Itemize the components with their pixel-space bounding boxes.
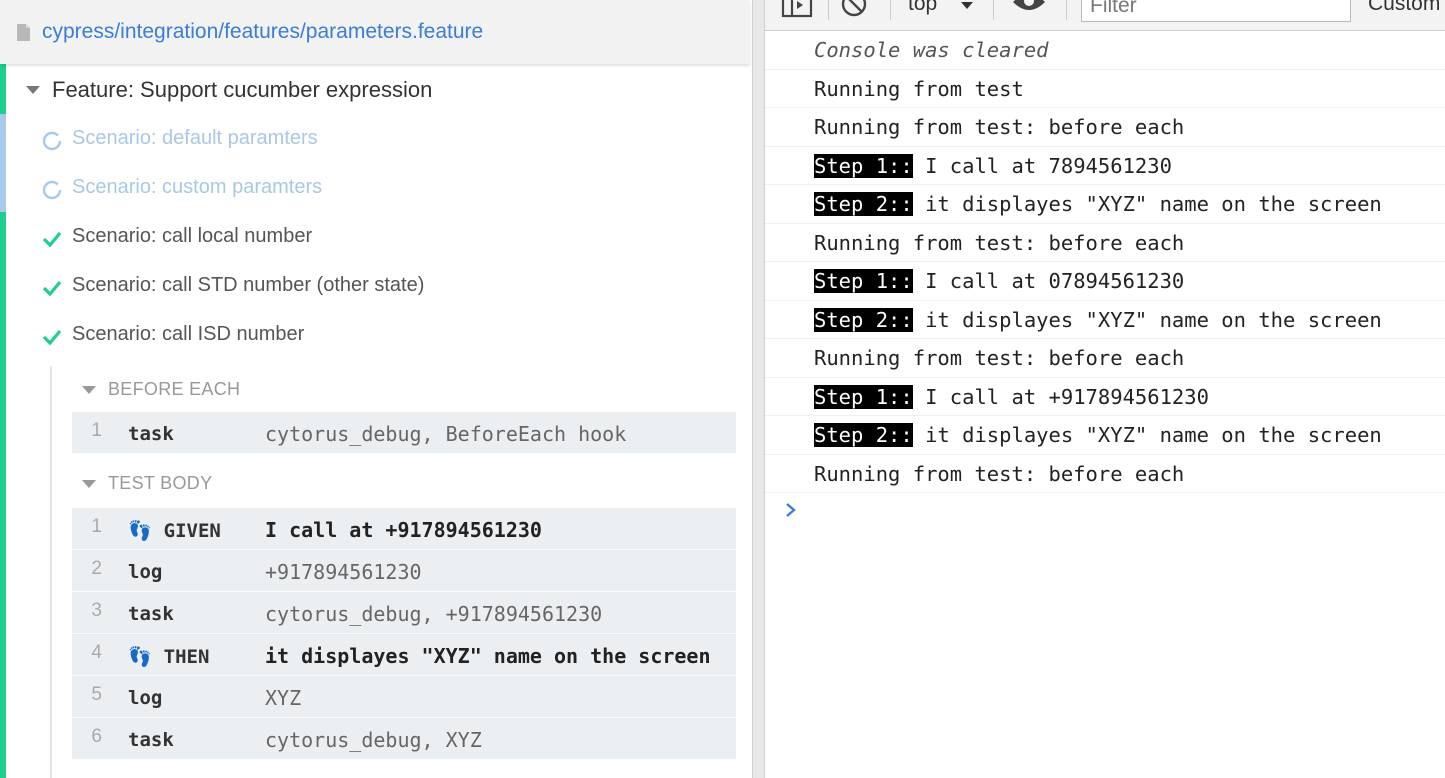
console-message: Running from test: before each <box>765 108 1445 147</box>
check-icon <box>42 231 62 248</box>
command-number: 3 <box>91 600 102 621</box>
eye-icon[interactable] <box>1011 0 1047 18</box>
scenario-label: Scenario: call ISD number <box>72 323 305 345</box>
step-tag: Step 2:: <box>814 423 913 447</box>
step-tag: Step 2:: <box>814 192 913 216</box>
toolbar-separator <box>1066 0 1067 20</box>
before-each-section-header[interactable]: BEFORE EACH <box>80 375 380 405</box>
console-message: Step 2:: it displayes "XYZ" name on the … <box>765 301 1445 339</box>
console-message: Step 1:: I call at +917894561230 <box>765 378 1445 416</box>
command-message: cytorus_debug, BeforeEach hook <box>265 422 627 446</box>
console-message: Step 2:: it displayes "XYZ" name on the … <box>765 185 1445 224</box>
pane-resize-handle[interactable] <box>752 0 765 778</box>
before-each-commands: 1 task cytorus_debug, BeforeEach hook <box>72 412 736 454</box>
test-body-section-header[interactable]: TEST BODY <box>80 469 380 499</box>
command-row[interactable]: 1 task cytorus_debug, BeforeEach hook <box>72 412 736 454</box>
command-message: it displayes "XYZ" name on the screen <box>265 644 711 668</box>
command-name: task <box>128 423 174 445</box>
command-row[interactable]: 2 log +917894561230 <box>72 550 736 592</box>
command-name: task <box>128 603 174 625</box>
console-message: Step 1:: I call at 7894561230 <box>765 147 1445 185</box>
scenario-row[interactable]: Scenario: call local number <box>0 217 750 257</box>
check-icon <box>42 329 62 346</box>
command-number: 1 <box>91 516 102 537</box>
console-prompt-chevron-icon[interactable] <box>784 500 798 520</box>
footprints-icon: 👣 <box>128 646 152 668</box>
feature-title: Feature: Support cucumber expression <box>52 77 433 102</box>
console-message: Running from test: before each <box>765 224 1445 262</box>
console-filter-input[interactable] <box>1081 0 1351 22</box>
command-message: cytorus_debug, +917894561230 <box>265 602 603 626</box>
scenario-label: Scenario: default paramters <box>72 127 318 149</box>
pending-circle-icon <box>42 131 62 151</box>
scenario-label: Scenario: custom paramters <box>72 176 323 198</box>
scenario-row[interactable]: Scenario: custom paramters <box>0 168 750 208</box>
command-row[interactable]: 5 log XYZ <box>72 676 736 718</box>
command-name: THEN <box>163 646 210 668</box>
step-tag: Step 1:: <box>814 153 913 178</box>
command-message: +917894561230 <box>265 560 422 584</box>
toolbar-separator <box>828 0 829 20</box>
console-message: Step 1:: I call at 07894561230 <box>765 262 1445 301</box>
console-toolbar: top Custom <box>765 0 1445 31</box>
toolbar-separator <box>890 0 891 20</box>
test-body-commands: 1 👣 GIVEN I call at +917894561230 2 log +… <box>72 508 736 760</box>
console-message: Step 2:: it displayes "XYZ" name on the … <box>765 416 1445 455</box>
chevron-down-icon <box>961 2 973 9</box>
command-message: I call at +917894561230 <box>265 518 542 542</box>
context-selector[interactable]: top <box>908 0 937 16</box>
console-message: Running from test <box>765 70 1445 108</box>
command-number: 2 <box>91 558 102 579</box>
toolbar-separator <box>993 0 994 20</box>
command-message: cytorus_debug, XYZ <box>265 728 482 752</box>
caret-down-icon <box>82 480 96 488</box>
clear-console-icon[interactable] <box>839 0 869 20</box>
scenario-label: Scenario: call local number <box>72 225 313 247</box>
command-name: task <box>128 729 174 751</box>
cypress-runner-pane: cypress/integration/features/parameters.… <box>0 0 752 778</box>
console-message: Running from test: before each <box>765 455 1445 493</box>
command-name: GIVEN <box>163 520 221 542</box>
footprints-icon: 👣 <box>128 520 152 542</box>
command-name: log <box>128 687 163 709</box>
spec-file-path-link[interactable]: cypress/integration/features/parameters.… <box>42 20 483 44</box>
command-row[interactable]: 1 👣 GIVEN I call at +917894561230 <box>72 508 736 550</box>
feature-suite-row[interactable]: Feature: Support cucumber expression <box>0 70 750 110</box>
caret-down-icon <box>82 386 96 394</box>
log-levels-dropdown[interactable]: Custom <box>1368 0 1440 16</box>
step-tag: Step 1:: <box>814 384 913 409</box>
scenario-label: Scenario: call STD number (other state) <box>72 274 425 296</box>
command-row[interactable]: 6 task cytorus_debug, XYZ <box>72 718 736 760</box>
devtools-console-pane: top Custom Console was cleared Running f… <box>765 0 1445 778</box>
console-message: Console was cleared <box>765 31 1445 70</box>
check-icon <box>42 280 62 297</box>
command-name: log <box>128 561 163 583</box>
command-number: 4 <box>91 642 102 663</box>
command-message: XYZ <box>265 686 302 710</box>
console-messages: Console was cleared Running from test Ru… <box>765 31 1445 493</box>
step-tag: Step 2:: <box>814 307 913 332</box>
caret-down-icon <box>26 86 40 94</box>
step-tag: Step 1:: <box>814 269 913 293</box>
command-number: 1 <box>91 420 102 441</box>
pending-circle-icon <box>42 180 62 200</box>
command-number: 6 <box>91 726 102 747</box>
file-icon <box>17 24 30 41</box>
command-row[interactable]: 4 👣 THEN it displayes "XYZ" name on the s… <box>72 634 736 676</box>
command-log-panel: BEFORE EACH 1 task cytorus_debug, Before… <box>50 366 750 778</box>
scenario-row[interactable]: Scenario: call STD number (other state) <box>0 266 750 306</box>
command-number: 5 <box>91 684 102 705</box>
spec-file-header: cypress/integration/features/parameters.… <box>0 0 750 64</box>
sidebar-toggle-icon[interactable] <box>781 0 813 20</box>
console-message: Running from test: before each <box>765 339 1445 378</box>
scenario-row[interactable]: Scenario: default paramters <box>0 119 750 159</box>
command-row[interactable]: 3 task cytorus_debug, +917894561230 <box>72 592 736 634</box>
scenario-row[interactable]: Scenario: call ISD number <box>0 315 750 355</box>
